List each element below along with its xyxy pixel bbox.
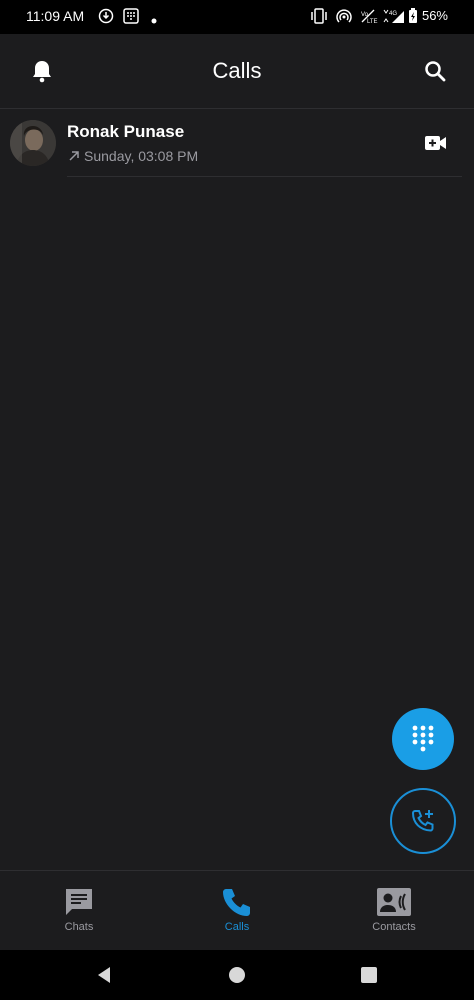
- battery-percent: 56%: [421, 8, 448, 23]
- call-time-text: Sunday, 03:08 PM: [84, 148, 199, 164]
- svg-text:Vo: Vo: [361, 12, 369, 18]
- keypad-status-icon: [123, 8, 139, 27]
- contacts-icon: [334, 885, 454, 919]
- add-call-icon: [411, 810, 434, 832]
- tab-calls[interactable]: Calls: [177, 885, 297, 933]
- vibrate-icon: [310, 8, 328, 27]
- search-icon[interactable]: [415, 51, 455, 91]
- signal-icon: 4G: [382, 8, 406, 27]
- outgoing-call-arrow-icon: [69, 151, 79, 161]
- status-time: 11:09 AM: [26, 8, 85, 24]
- chat-icon: [19, 885, 139, 919]
- dialpad-icon: [412, 725, 434, 752]
- tab-chats-label: Chats: [64, 921, 94, 933]
- tab-contacts-label: Contacts: [372, 921, 416, 933]
- avatar[interactable]: [10, 120, 56, 166]
- dialpad-button[interactable]: [392, 708, 454, 770]
- svg-text:LTE: LTE: [367, 19, 378, 24]
- recents-icon[interactable]: [349, 955, 389, 995]
- bottom-nav: Chats Calls Contacts: [0, 870, 474, 951]
- network-label: 4G: [389, 11, 397, 17]
- call-timestamp: Sunday, 03:08 PM: [67, 148, 198, 164]
- home-icon[interactable]: [217, 955, 257, 995]
- video-call-icon[interactable]: [416, 123, 456, 163]
- hotspot-icon: [336, 8, 352, 27]
- phone-icon: [177, 885, 297, 919]
- notification-dot-icon: [151, 11, 157, 27]
- battery-icon: [408, 8, 418, 27]
- app-bar: Calls: [0, 34, 474, 109]
- tab-calls-label: Calls: [224, 921, 250, 933]
- contact-name: Ronak Punase: [67, 122, 185, 141]
- tab-contacts[interactable]: Contacts: [334, 885, 454, 933]
- status-bar: 11:09 AM Vo LTE 4G 56%: [0, 0, 474, 34]
- call-list-item[interactable]: Ronak Punase Sunday, 03:08 PM: [0, 108, 474, 178]
- back-icon[interactable]: [84, 955, 124, 995]
- sync-icon: [98, 8, 114, 27]
- system-nav-bar: [0, 950, 474, 1000]
- volte-icon: Vo LTE: [360, 8, 378, 27]
- page-title: Calls: [212, 58, 262, 83]
- new-call-button[interactable]: [390, 788, 456, 854]
- tab-chats[interactable]: Chats: [19, 885, 139, 933]
- list-divider: [67, 176, 462, 177]
